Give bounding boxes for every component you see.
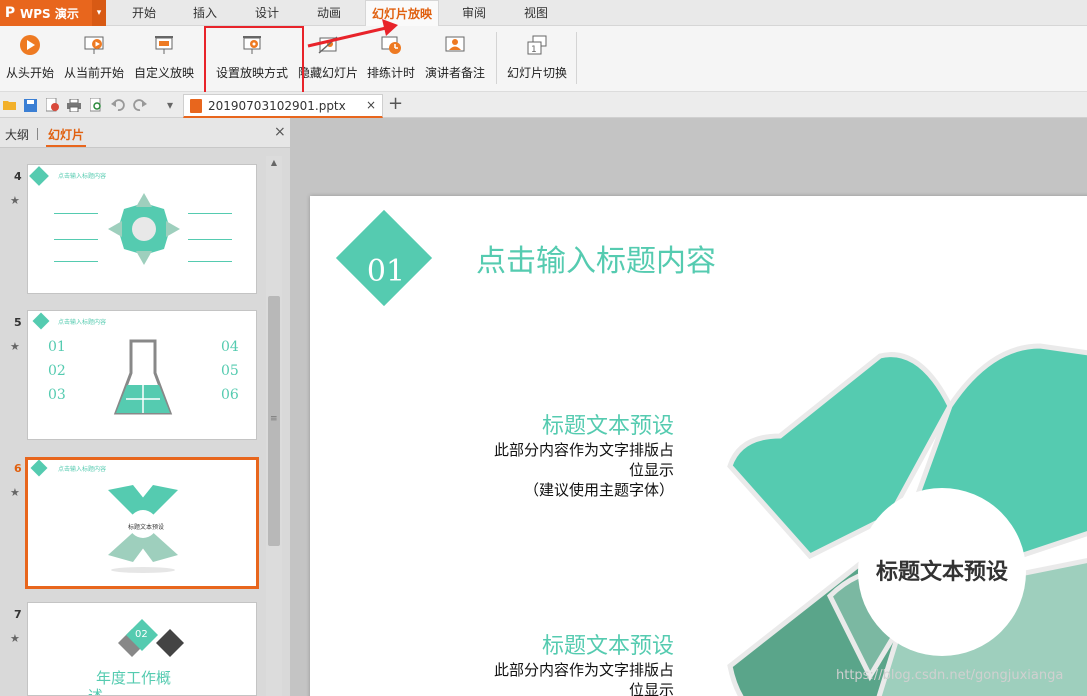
tab-start[interactable]: 开始: [126, 0, 162, 26]
open-folder-icon[interactable]: [2, 97, 18, 113]
svg-text:1: 1: [531, 45, 537, 55]
slide-thumbnail-4[interactable]: 点击输入标题内容: [27, 164, 257, 294]
ribbon-toolbar: 从头开始 从当前开始 自定义放映 设置放映方式 隐藏幻灯片 排练计时 演讲者备注…: [0, 26, 1087, 92]
text-block-body: 此部分内容作为文字排版占: [493, 661, 674, 679]
thumbnail-number: 06: [221, 387, 239, 403]
text-block-title: 标题文本预设: [541, 634, 674, 659]
text-block-body: 此部分内容作为文字排版占: [493, 441, 674, 459]
panel-tabs: 大纲 幻灯片 ×: [0, 118, 290, 148]
thumbnail-badge: 02: [135, 629, 148, 640]
center-label[interactable]: 标题文本预设: [860, 554, 1024, 586]
document-tab[interactable]: 20190703102901.pptx ×: [183, 94, 383, 118]
print-icon[interactable]: [66, 97, 82, 113]
tab-view[interactable]: 视图: [518, 0, 554, 26]
app-name: WPS 演示: [20, 6, 79, 21]
slide-number: 6: [14, 462, 22, 475]
slide-thumbnail-5[interactable]: 点击输入标题内容 01 02 03 04 05 06: [27, 310, 257, 440]
document-filename: 20190703102901.pptx: [208, 99, 346, 113]
thumbnail-number: 02: [48, 363, 66, 379]
scrollbar-thumb[interactable]: ≡: [268, 296, 280, 546]
animation-star-icon: ★: [10, 632, 20, 645]
thumbnail-number: 04: [221, 339, 239, 355]
transition-icon: 1: [527, 35, 547, 55]
tab-outline[interactable]: 大纲: [5, 126, 29, 143]
menu-bar: P WPS 演示 ▾ 开始 插入 设计 动画 幻灯片放映 审阅 视图: [0, 0, 1087, 27]
animation-star-icon: ★: [10, 486, 20, 499]
from-current-button[interactable]: 从当前开始: [62, 30, 126, 86]
print-preview-icon[interactable]: [88, 97, 104, 113]
ribbon-separator: [496, 32, 497, 84]
app-menu-caret-icon[interactable]: ▾: [92, 0, 106, 26]
screen-play-icon: [84, 36, 104, 54]
scrollbar-grip-icon: ≡: [270, 414, 278, 424]
app-menu-button[interactable]: P WPS 演示 ▾: [0, 0, 106, 26]
slide-canvas: 01 点击输入标题内容 标题文本预设 此部分内容作为文字排版占 位显示 （建议使…: [290, 118, 1087, 696]
thumbnail-caption: 年度工作概: [96, 669, 172, 687]
quick-access-bar: ▾ 20190703102901.pptx × +: [0, 92, 1087, 118]
slide-title[interactable]: 点击输入标题内容: [476, 236, 716, 280]
annotation-arrow-icon: [307, 19, 398, 48]
custom-show-button[interactable]: 自定义放映: [132, 30, 196, 86]
undo-icon[interactable]: [110, 97, 126, 113]
text-block[interactable]: 标题文本预设 此部分内容作为文字排版占 位显示: [480, 628, 674, 696]
save-icon[interactable]: [22, 97, 38, 113]
presenter-icon: [445, 36, 465, 52]
slides-panel: 大纲 幻灯片 × 4 ★ 点击输入标题内容 5 ★ 点击输入标题内容 01 02…: [0, 118, 290, 696]
ribbon-separator: [576, 32, 577, 84]
thumbnail-number: 01: [48, 339, 66, 355]
projector-screen-icon: [155, 36, 173, 54]
animation-star-icon: ★: [10, 194, 20, 207]
tab-active-indicator: [46, 145, 86, 147]
tab-review[interactable]: 审阅: [456, 0, 492, 26]
wps-logo-icon: P: [4, 5, 16, 21]
tab-divider: [37, 128, 38, 140]
quick-access-more-icon[interactable]: ▾: [162, 97, 178, 113]
tab-insert[interactable]: 插入: [187, 0, 223, 26]
text-block-title: 标题文本预设: [541, 414, 674, 439]
animation-star-icon: ★: [10, 340, 20, 353]
text-block-body: 位显示: [628, 461, 674, 479]
slide-number: 4: [14, 170, 22, 183]
thumbnail-number: 03: [48, 387, 66, 403]
pptx-file-icon: [190, 99, 202, 113]
new-tab-icon[interactable]: +: [388, 94, 403, 114]
text-block-body: 位显示: [628, 681, 674, 696]
scroll-up-icon[interactable]: ▲: [266, 156, 282, 170]
tab-design[interactable]: 设计: [249, 0, 285, 26]
thumbnail-title: 点击输入标题内容: [58, 319, 107, 326]
current-slide[interactable]: 01 点击输入标题内容 标题文本预设 此部分内容作为文字排版占 位显示 （建议使…: [310, 196, 1087, 696]
slide-number: 7: [14, 608, 22, 621]
thumbnail-title: 点击输入标题内容: [58, 466, 107, 473]
text-block[interactable]: 标题文本预设 此部分内容作为文字排版占 位显示 （建议使用主题字体）: [480, 408, 674, 500]
slide-number: 5: [14, 316, 22, 329]
panel-scrollbar[interactable]: ▲ ≡: [266, 156, 282, 696]
slide-4-graphic: [29, 166, 232, 265]
redo-icon[interactable]: [132, 97, 148, 113]
tab-slides[interactable]: 幻灯片: [48, 126, 84, 143]
watermark: https://blog.csdn.net/gongjuxianga: [836, 668, 1064, 683]
slide-thumbnail-7[interactable]: 02 年度工作概 述: [27, 602, 257, 696]
play-icon: [20, 35, 40, 55]
from-beginning-button[interactable]: 从头开始: [2, 30, 58, 86]
close-tab-icon[interactable]: ×: [366, 98, 376, 112]
export-pdf-icon[interactable]: [44, 97, 60, 113]
thumbnail-title: 点击输入标题内容: [58, 173, 107, 180]
text-block-body: （建议使用主题字体）: [523, 481, 674, 499]
thumbnail-caption: 述: [88, 687, 104, 696]
highlight-box: [204, 26, 304, 100]
slide-number-badge: 01: [366, 254, 406, 289]
thumbnail-center-label: 标题文本预设: [128, 524, 165, 531]
thumbnail-number: 05: [221, 363, 239, 379]
slide-thumbnail-6[interactable]: 点击输入标题内容 标题文本预设: [25, 457, 259, 589]
presenter-notes-button[interactable]: 演讲者备注: [422, 30, 488, 86]
slide-transition-button[interactable]: 1 幻灯片切换: [504, 30, 570, 86]
close-panel-icon[interactable]: ×: [274, 124, 286, 140]
